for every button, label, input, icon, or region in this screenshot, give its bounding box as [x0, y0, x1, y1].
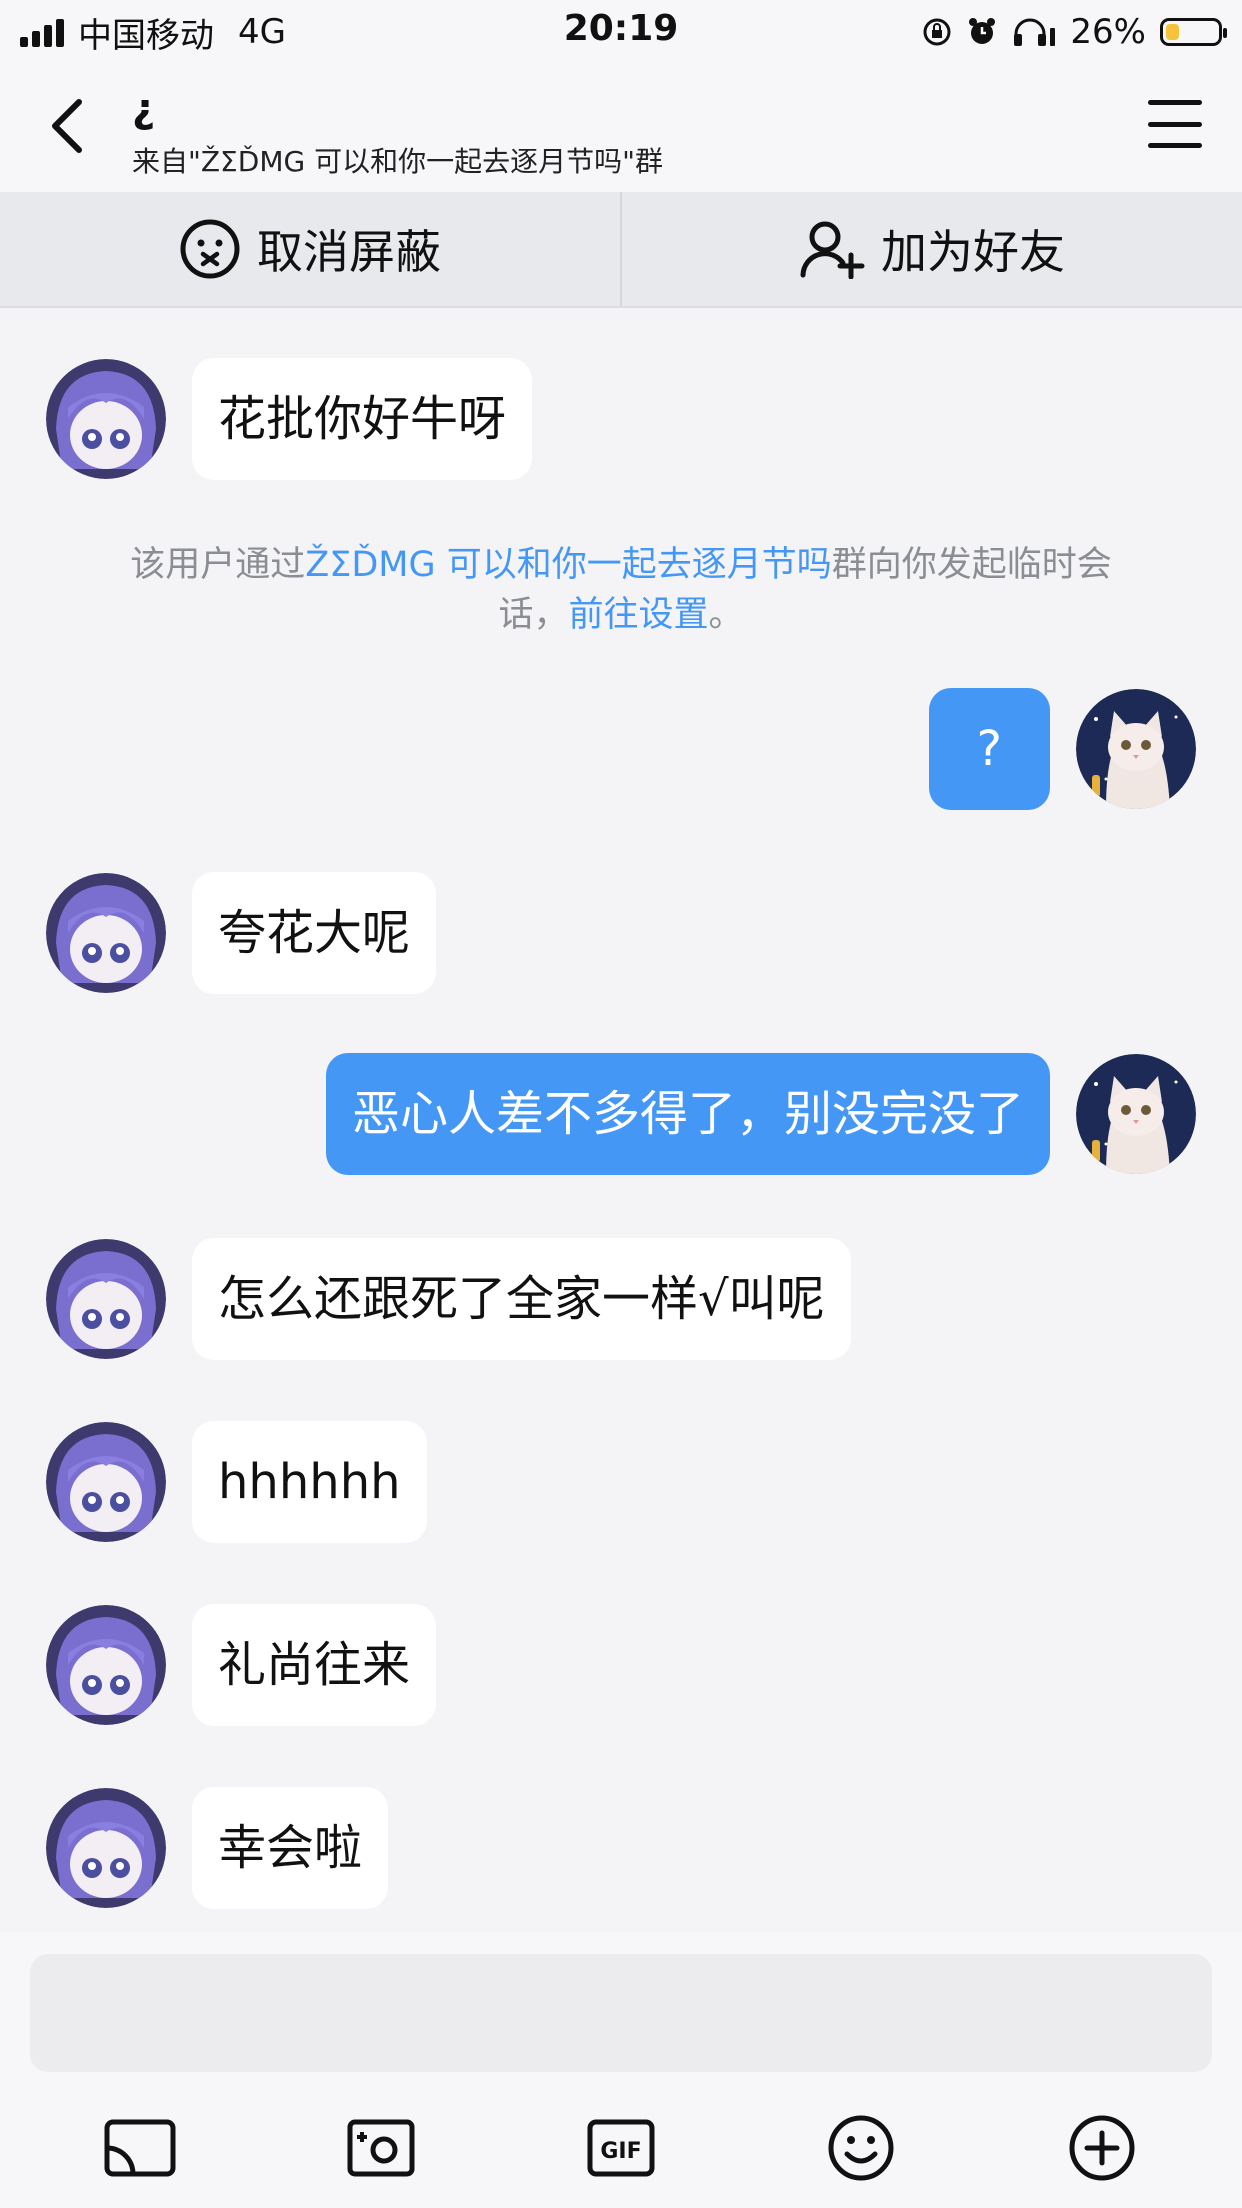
avatar[interactable] [46, 359, 166, 479]
battery-icon [1160, 18, 1227, 46]
unblock-button[interactable]: 取消屏蔽 [0, 192, 620, 306]
system-note-suffix: 。 [708, 595, 744, 635]
plus-icon[interactable] [1062, 2108, 1142, 2188]
message-row: 怎么还跟死了全家一样√叫呢 [46, 1238, 851, 1360]
rotation-lock-icon [923, 18, 951, 46]
avatar[interactable] [1076, 1054, 1196, 1174]
add-friend-icon [800, 221, 865, 279]
headphones-icon [1014, 18, 1056, 46]
avatar[interactable] [46, 1239, 166, 1359]
camera-icon[interactable] [341, 2108, 421, 2188]
system-note-prefix: 该用户通过 [130, 545, 306, 585]
message-bubble[interactable]: ? [928, 688, 1050, 810]
nav-bar: ¿ 来自"ŽΣĎMG 可以和你一起去逐月节吗"群 [0, 64, 1242, 192]
status-right: 26% [922, 10, 1227, 54]
message-row: 礼尚往来 [46, 1604, 437, 1726]
chat-title: ¿ [132, 86, 156, 132]
message-bubble[interactable]: hhhhhh [192, 1421, 427, 1543]
message-bubble[interactable]: 幸会啦 [192, 1787, 389, 1909]
status-bar: 中国移动 4G 20:19 26% [0, 0, 1242, 64]
avatar[interactable] [46, 1422, 166, 1542]
unblock-label: 取消屏蔽 [257, 225, 441, 279]
emoji-icon[interactable] [821, 2108, 901, 2188]
screen-cast-icon[interactable] [100, 2108, 180, 2188]
svg-text:GIF: GIF [600, 2139, 641, 2164]
avatar[interactable] [46, 1788, 166, 1908]
group-link[interactable]: ŽΣĎMG 可以和你一起去逐月节吗 [305, 545, 832, 585]
add-friend-button[interactable]: 加为好友 [620, 192, 1242, 306]
add-friend-label: 加为好友 [881, 225, 1065, 279]
avatar[interactable] [1076, 689, 1196, 809]
message-bubble[interactable]: 花批你好牛呀 [192, 358, 533, 480]
gif-icon[interactable]: GIF [581, 2108, 661, 2188]
menu-icon[interactable] [1148, 100, 1202, 148]
chat-area[interactable]: 花批你好牛呀 该用户通过ŽΣĎMG 可以和你一起去逐月节吗群向你发起临时会话，前… [0, 308, 1242, 1930]
settings-link[interactable]: 前往设置 [568, 595, 708, 635]
unblock-face-icon [180, 219, 240, 279]
input-toolbar: GIF [0, 2098, 1242, 2198]
message-row: 恶心人差不多得了，别没完没了 [325, 1053, 1196, 1175]
system-note: 该用户通过ŽΣĎMG 可以和你一起去逐月节吗群向你发起临时会话，前往设置。 [100, 540, 1142, 640]
message-bubble[interactable]: 礼尚往来 [192, 1604, 437, 1726]
message-row: hhhhhh [46, 1421, 427, 1543]
battery-fill [1166, 24, 1179, 40]
message-row: 幸会啦 [46, 1787, 389, 1909]
action-bar: 取消屏蔽 加为好友 [0, 192, 1242, 308]
message-row: 花批你好牛呀 [46, 358, 533, 480]
avatar[interactable] [46, 873, 166, 993]
message-row: 夸花大呢 [46, 872, 437, 994]
alarm-icon [969, 18, 996, 44]
message-bubble[interactable]: 夸花大呢 [192, 872, 437, 994]
back-icon[interactable] [42, 94, 92, 158]
chat-subtitle: 来自"ŽΣĎMG 可以和你一起去逐月节吗"群 [132, 145, 663, 178]
message-input[interactable] [30, 1954, 1212, 2072]
message-row: ? [928, 688, 1196, 810]
message-bubble[interactable]: 恶心人差不多得了，别没完没了 [325, 1053, 1050, 1175]
message-bubble[interactable]: 怎么还跟死了全家一样√叫呢 [192, 1238, 851, 1360]
input-area: GIF [0, 1932, 1242, 2208]
battery-percent: 26% [1070, 12, 1146, 52]
avatar[interactable] [46, 1605, 166, 1725]
